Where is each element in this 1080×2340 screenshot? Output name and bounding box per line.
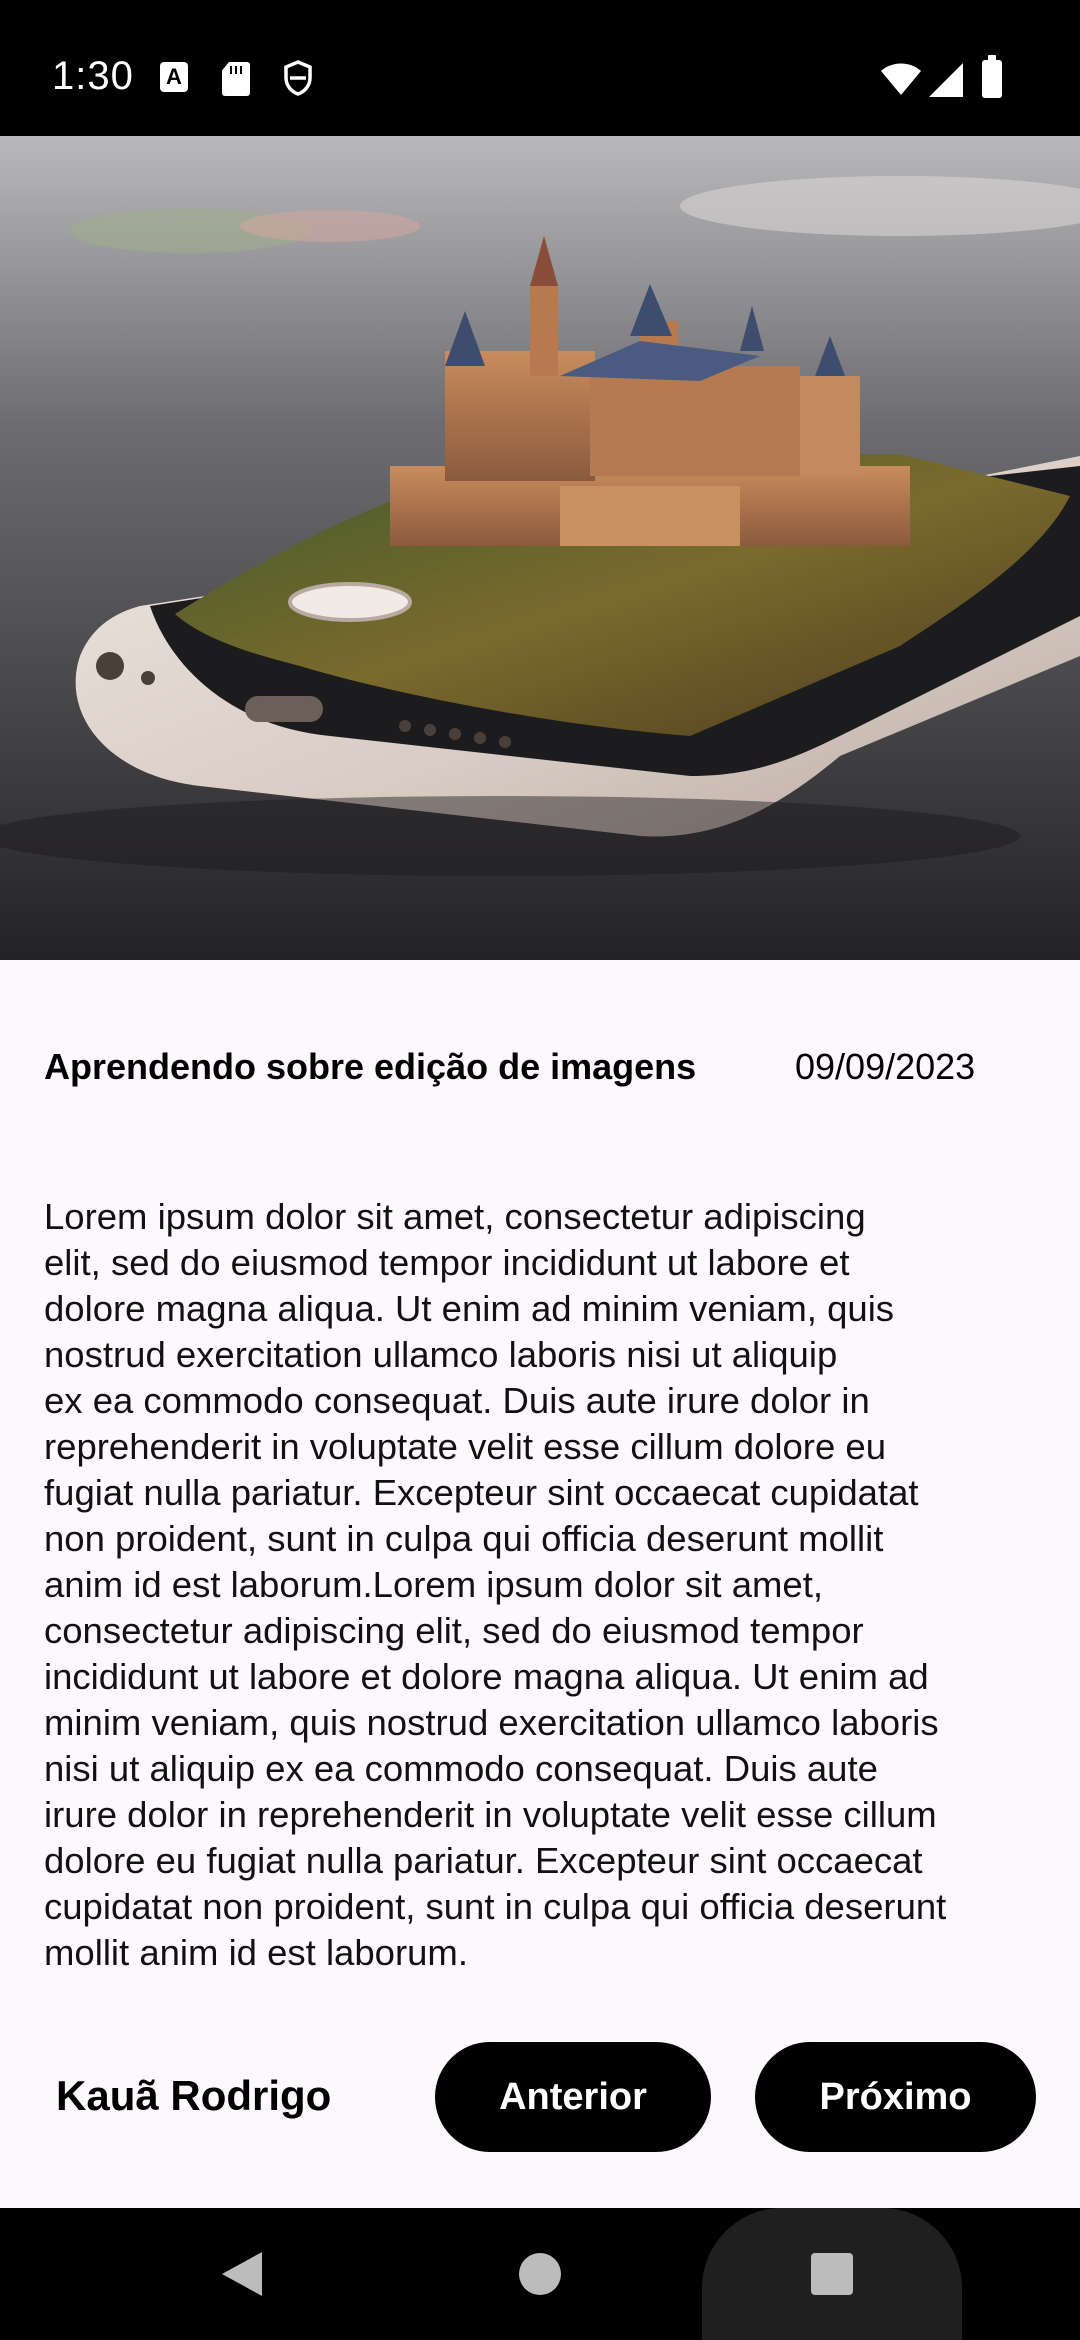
previous-button[interactable]: Anterior — [435, 2042, 711, 2152]
hero-image — [0, 136, 1080, 960]
body-line: minim veniam, quis nostrud exercitation … — [44, 1702, 939, 1743]
body-line: anim id est laborum.Lorem ipsum dolor si… — [44, 1564, 823, 1605]
body-line: irure dolor in reprehenderit in voluptat… — [44, 1794, 937, 1835]
screen: 1:30 A Aprendendo sobre edição de imagen… — [0, 0, 1080, 2340]
body-line: nostrud exercitation ullamco laboris nis… — [44, 1334, 838, 1375]
body-line: reprehenderit in voluptate velit esse ci… — [44, 1426, 886, 1467]
status-bar: 1:30 A — [0, 0, 1080, 136]
battery-icon — [982, 55, 1002, 98]
cellular-icon — [929, 63, 963, 97]
post-title: Aprendendo sobre edição de imagens — [44, 1046, 697, 1087]
body-line: dolore magna aliqua. Ut enim ad minim ve… — [44, 1288, 895, 1329]
body-line: consectetur adipiscing elit, sed do eius… — [44, 1610, 864, 1651]
castle-on-phone-photo — [0, 136, 1080, 960]
post-date: 09/09/2023 — [795, 1046, 976, 1087]
author-name: Kauã Rodrigo — [56, 2072, 332, 2119]
recents-icon[interactable] — [811, 2253, 853, 2295]
body-line: elit, sed do eiusmod tempor incididunt u… — [44, 1242, 850, 1283]
body-line: incididunt ut labore et dolore magna ali… — [44, 1656, 929, 1697]
keyboard-a-icon: A — [160, 62, 188, 92]
home-icon[interactable] — [519, 2253, 561, 2295]
back-icon[interactable] — [222, 2252, 262, 2296]
body-line: cupidatat non proident, sunt in culpa qu… — [44, 1886, 947, 1927]
wifi-icon — [881, 63, 921, 95]
body-line: nisi ut aliquip ex ea commodo consequat.… — [44, 1748, 878, 1789]
body-line: dolore eu fugiat nulla pariatur. Excepte… — [44, 1840, 923, 1881]
body-line: ex ea commodo consequat. Duis aute irure… — [44, 1380, 870, 1421]
sd-card-icon — [222, 62, 250, 96]
body-line: non proident, sunt in culpa qui officia … — [44, 1518, 884, 1559]
status-time: 1:30 — [52, 54, 134, 98]
body-line: fugiat nulla pariatur. Excepteur sint oc… — [44, 1472, 919, 1513]
next-button[interactable]: Próximo — [755, 2042, 1036, 2152]
vpn-shield-icon — [284, 60, 312, 96]
body-line: Lorem ipsum dolor sit amet, consectetur … — [44, 1196, 866, 1237]
body-line: mollit anim id est laborum. — [44, 1932, 468, 1973]
post-body: Lorem ipsum dolor sit amet, consectetur … — [44, 1194, 1034, 1976]
